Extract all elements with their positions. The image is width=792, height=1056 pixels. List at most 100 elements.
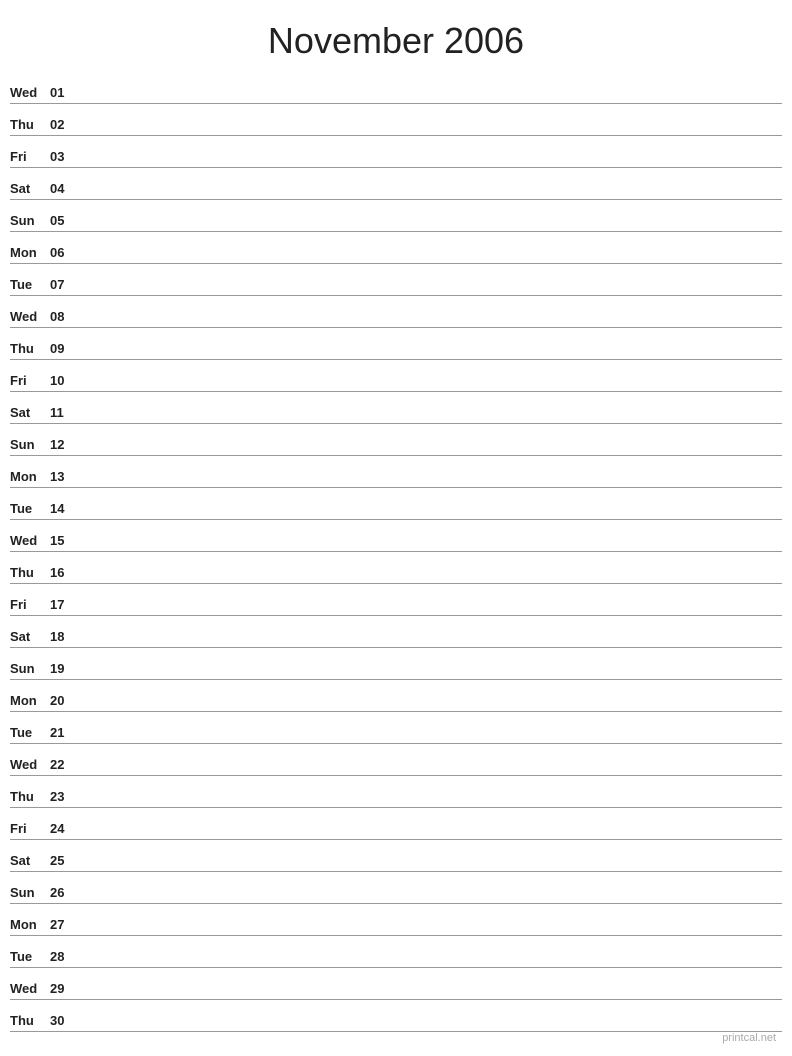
day-line: [78, 708, 782, 709]
day-number: 02: [50, 117, 78, 133]
day-name: Fri: [10, 821, 50, 837]
day-number: 07: [50, 277, 78, 293]
day-name: Wed: [10, 309, 50, 325]
day-number: 23: [50, 789, 78, 805]
day-line: [78, 292, 782, 293]
day-row: Sun19: [10, 648, 782, 680]
day-row: Mon06: [10, 232, 782, 264]
day-row: Wed22: [10, 744, 782, 776]
day-row: Sun12: [10, 424, 782, 456]
day-row: Mon13: [10, 456, 782, 488]
day-name: Thu: [10, 117, 50, 133]
day-line: [78, 836, 782, 837]
day-name: Thu: [10, 789, 50, 805]
page-title: November 2006: [0, 0, 792, 72]
day-line: [78, 420, 782, 421]
day-number: 04: [50, 181, 78, 197]
day-row: Mon27: [10, 904, 782, 936]
day-line: [78, 644, 782, 645]
day-line: [78, 804, 782, 805]
day-number: 08: [50, 309, 78, 325]
day-line: [78, 484, 782, 485]
day-name: Tue: [10, 725, 50, 741]
day-row: Fri03: [10, 136, 782, 168]
day-line: [78, 260, 782, 261]
day-line: [78, 548, 782, 549]
day-name: Fri: [10, 149, 50, 165]
day-row: Fri10: [10, 360, 782, 392]
day-row: Thu16: [10, 552, 782, 584]
day-line: [78, 580, 782, 581]
day-number: 21: [50, 725, 78, 741]
day-line: [78, 324, 782, 325]
day-line: [78, 516, 782, 517]
day-row: Sat04: [10, 168, 782, 200]
day-row: Fri24: [10, 808, 782, 840]
day-number: 26: [50, 885, 78, 901]
day-number: 24: [50, 821, 78, 837]
day-name: Mon: [10, 693, 50, 709]
day-line: [78, 772, 782, 773]
day-name: Tue: [10, 949, 50, 965]
day-row: Tue28: [10, 936, 782, 968]
day-number: 19: [50, 661, 78, 677]
day-row: Wed15: [10, 520, 782, 552]
day-number: 18: [50, 629, 78, 645]
day-name: Sat: [10, 405, 50, 421]
day-number: 16: [50, 565, 78, 581]
day-row: Mon20: [10, 680, 782, 712]
day-row: Fri17: [10, 584, 782, 616]
calendar-list: Wed01Thu02Fri03Sat04Sun05Mon06Tue07Wed08…: [0, 72, 792, 1032]
day-name: Thu: [10, 565, 50, 581]
day-line: [78, 932, 782, 933]
day-line: [78, 1028, 782, 1029]
day-number: 28: [50, 949, 78, 965]
day-line: [78, 196, 782, 197]
day-name: Tue: [10, 277, 50, 293]
day-line: [78, 388, 782, 389]
day-number: 10: [50, 373, 78, 389]
day-number: 14: [50, 501, 78, 517]
day-name: Wed: [10, 981, 50, 997]
day-name: Thu: [10, 1013, 50, 1029]
day-row: Thu23: [10, 776, 782, 808]
day-row: Sun26: [10, 872, 782, 904]
day-line: [78, 164, 782, 165]
day-row: Sat25: [10, 840, 782, 872]
day-number: 29: [50, 981, 78, 997]
day-number: 13: [50, 469, 78, 485]
day-line: [78, 676, 782, 677]
day-number: 25: [50, 853, 78, 869]
day-line: [78, 996, 782, 997]
day-line: [78, 900, 782, 901]
day-number: 09: [50, 341, 78, 357]
day-name: Wed: [10, 533, 50, 549]
day-number: 05: [50, 213, 78, 229]
day-name: Thu: [10, 341, 50, 357]
day-row: Wed08: [10, 296, 782, 328]
day-name: Mon: [10, 917, 50, 933]
day-row: Sat18: [10, 616, 782, 648]
day-number: 17: [50, 597, 78, 613]
day-name: Tue: [10, 501, 50, 517]
day-name: Fri: [10, 373, 50, 389]
day-number: 20: [50, 693, 78, 709]
day-name: Wed: [10, 85, 50, 101]
day-row: Tue07: [10, 264, 782, 296]
day-row: Wed01: [10, 72, 782, 104]
day-line: [78, 356, 782, 357]
day-line: [78, 868, 782, 869]
day-number: 11: [50, 405, 78, 421]
day-number: 15: [50, 533, 78, 549]
day-number: 12: [50, 437, 78, 453]
day-name: Sat: [10, 853, 50, 869]
day-line: [78, 612, 782, 613]
day-row: Tue21: [10, 712, 782, 744]
day-line: [78, 100, 782, 101]
day-number: 27: [50, 917, 78, 933]
day-row: Thu09: [10, 328, 782, 360]
day-row: Tue14: [10, 488, 782, 520]
day-line: [78, 228, 782, 229]
day-line: [78, 452, 782, 453]
day-line: [78, 132, 782, 133]
